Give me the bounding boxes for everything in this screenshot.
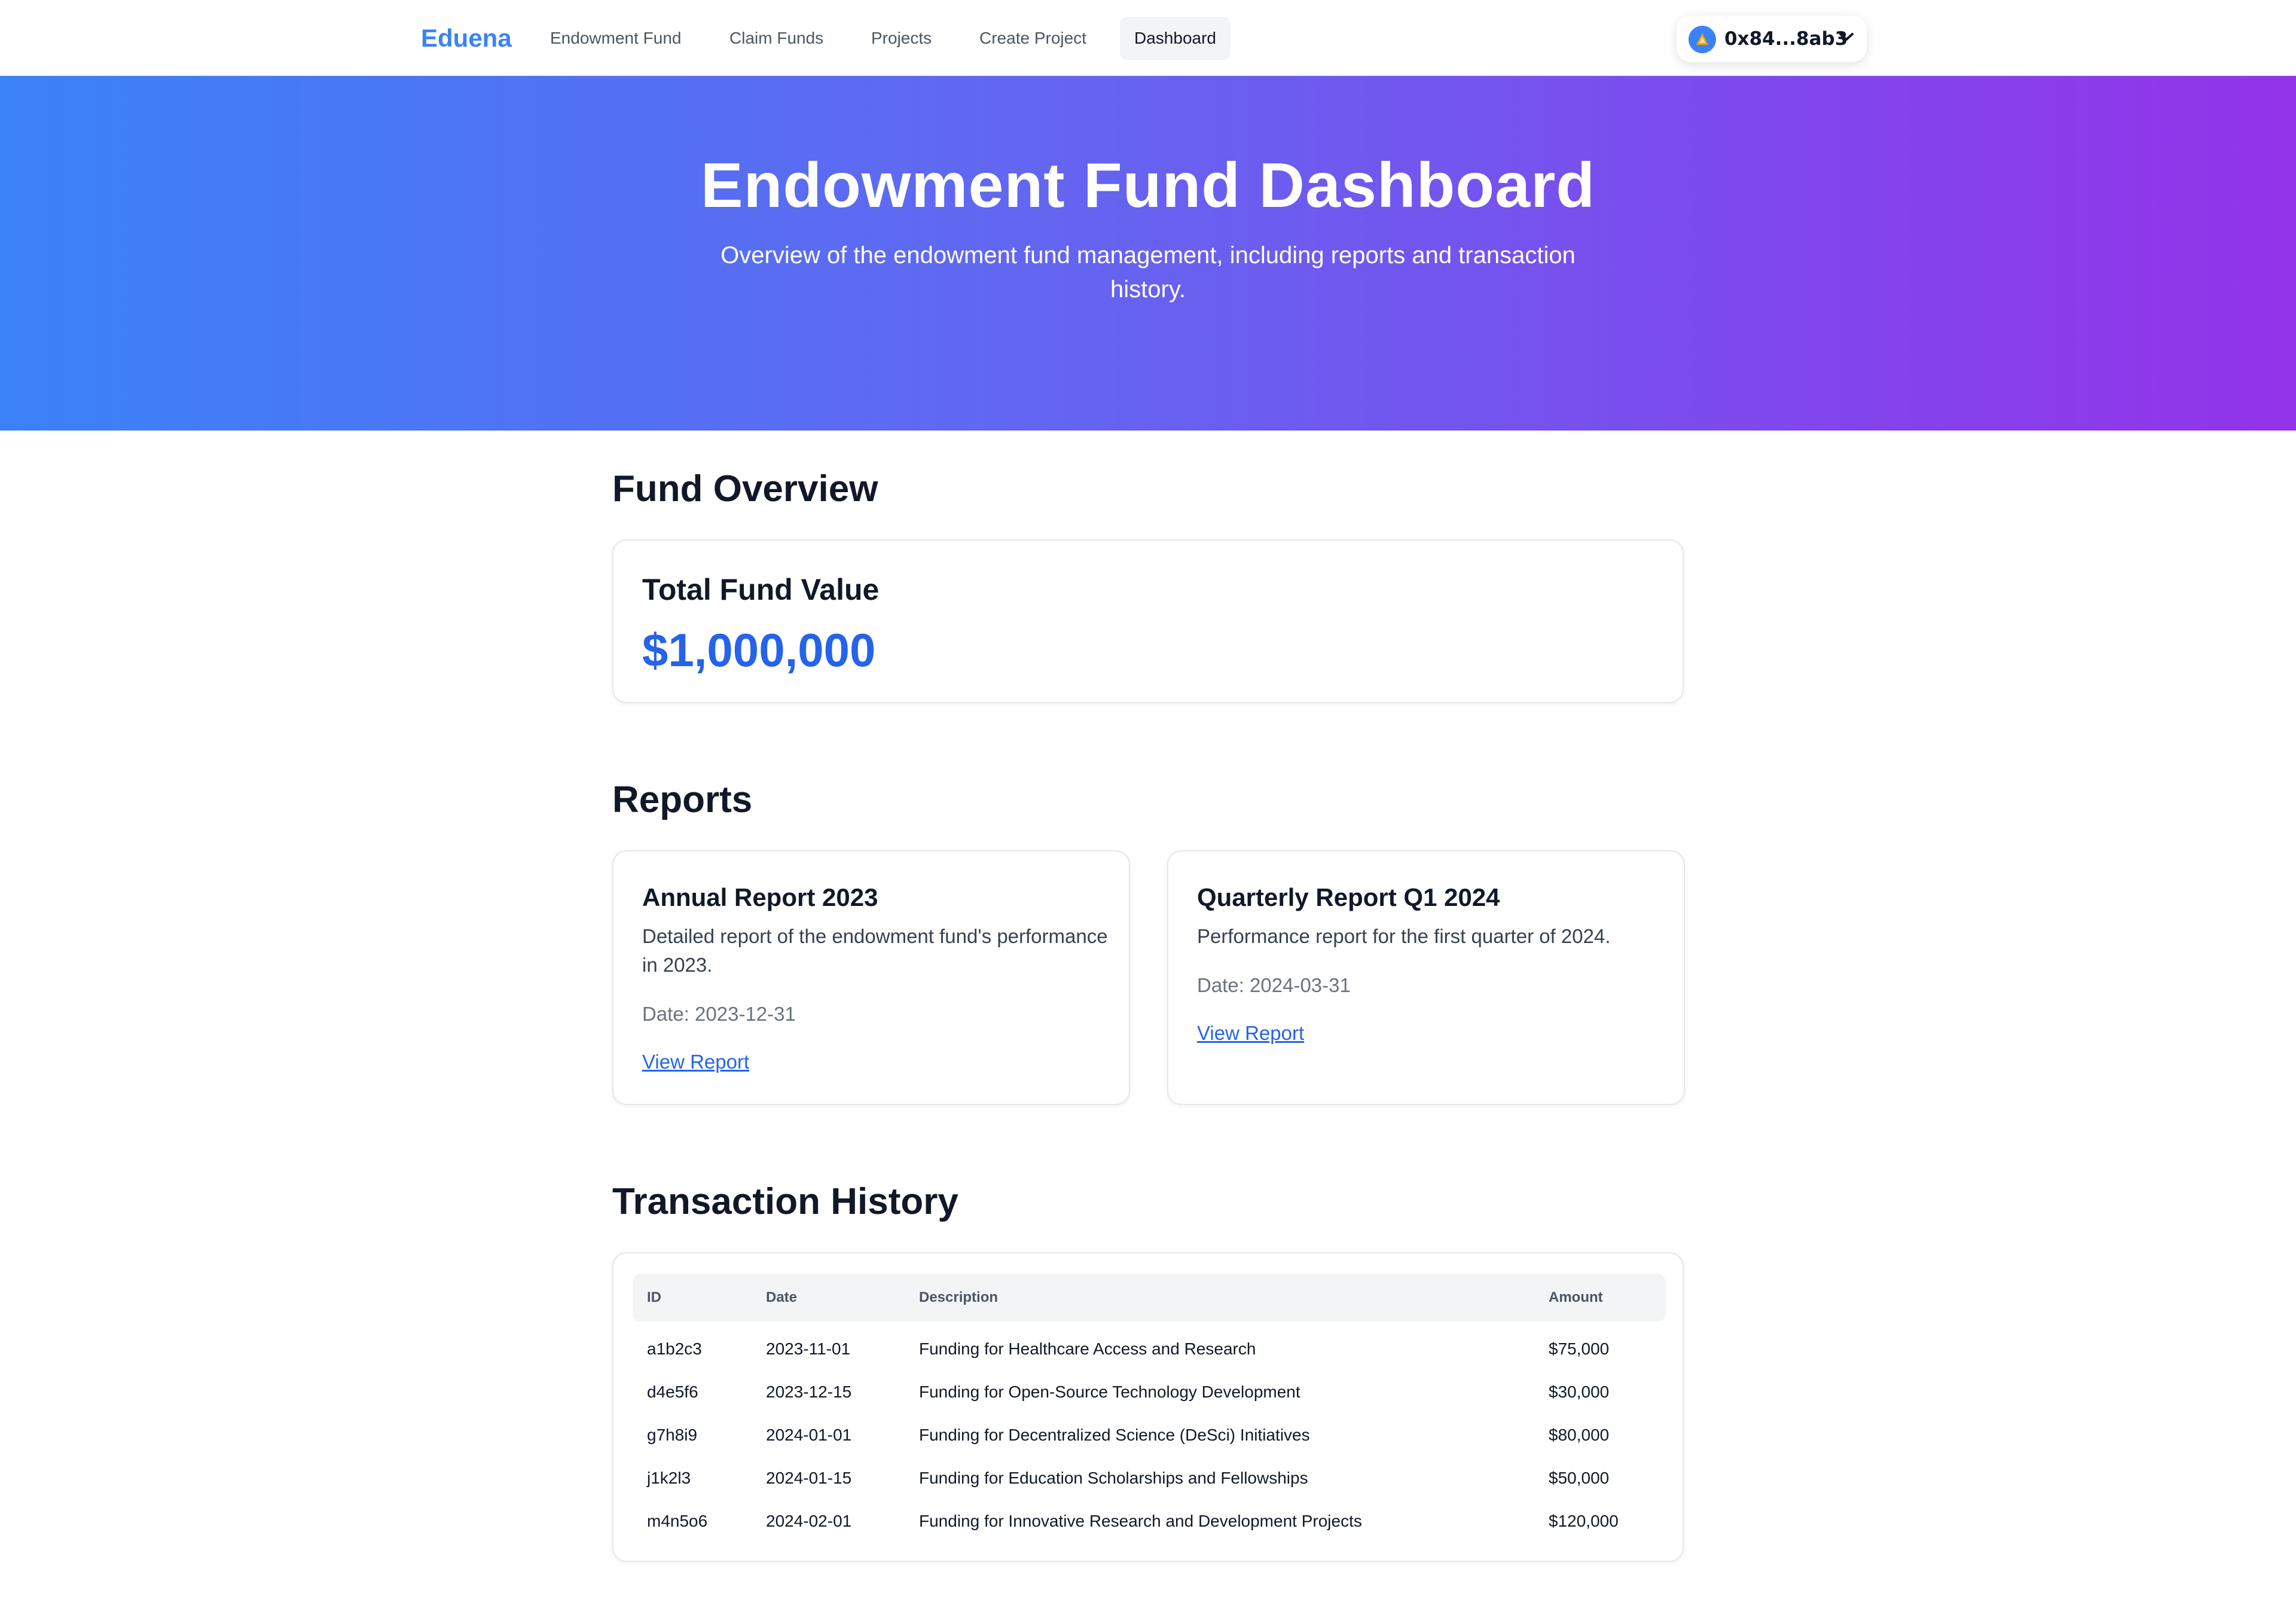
cell-id: a1b2c3	[647, 1339, 702, 1358]
table-row: g7h8i9 2024-01-01 Funding for Decentrali…	[633, 1414, 1666, 1457]
cell-date: 2024-02-01	[766, 1512, 852, 1530]
chevron-down-icon	[1838, 31, 1855, 46]
cell-description: Funding for Education Scholarships and F…	[919, 1469, 1308, 1487]
top-navbar: Eduena Endowment Fund Claim Funds Projec…	[0, 0, 2296, 76]
view-report-link[interactable]: View Report	[1197, 1020, 1304, 1046]
cell-date: 2024-01-15	[766, 1469, 852, 1487]
brand-logo-link[interactable]: Eduena	[421, 22, 512, 55]
cell-id: d4e5f6	[647, 1383, 698, 1401]
report-description: Detailed report of the endowment fund's …	[642, 925, 1108, 976]
cell-amount: $80,000	[1549, 1426, 1610, 1444]
cell-amount: $75,000	[1549, 1339, 1610, 1358]
cell-amount: $120,000	[1549, 1512, 1619, 1530]
nav-link-projects[interactable]: Projects	[857, 17, 946, 60]
nav-link-claim-funds[interactable]: Claim Funds	[715, 17, 838, 60]
column-header-id: ID	[647, 1289, 661, 1305]
report-card-q1-2024: Quarterly Report Q1 2024 Performance rep…	[1167, 850, 1685, 1105]
table-row: d4e5f6 2023-12-15 Funding for Open-Sourc…	[633, 1371, 1666, 1414]
nav-link-create-project[interactable]: Create Project	[965, 17, 1101, 60]
hero-banner: Endowment Fund Dashboard Overview of the…	[0, 76, 2296, 431]
network-avatar-icon	[1689, 26, 1716, 53]
cell-amount: $30,000	[1549, 1383, 1610, 1401]
cell-description: Funding for Innovative Research and Deve…	[919, 1512, 1362, 1530]
report-title: Quarterly Report Q1 2024	[1197, 883, 1500, 911]
reports-heading: Reports	[612, 779, 753, 820]
nav-link-dashboard[interactable]: Dashboard	[1120, 17, 1231, 60]
transaction-table: ID Date Description Amount a1b2c3 2023-1…	[612, 1252, 1684, 1562]
table-header: ID Date Description Amount	[633, 1274, 1666, 1322]
cell-id: j1k2l3	[647, 1469, 691, 1487]
table-row: j1k2l3 2024-01-15 Funding for Education …	[633, 1457, 1666, 1500]
cell-description: Funding for Open-Source Technology Devel…	[919, 1383, 1300, 1401]
cell-date: 2023-11-01	[766, 1339, 851, 1358]
fund-overview-heading: Fund Overview	[612, 468, 878, 509]
column-header-date: Date	[766, 1289, 798, 1305]
report-date: Date: 2024-03-31	[1197, 974, 1351, 996]
column-header-amount: Amount	[1549, 1289, 1603, 1305]
cell-id: m4n5o6	[647, 1512, 708, 1530]
cell-id: g7h8i9	[647, 1426, 698, 1444]
wallet-address: 0x84...8ab3	[1724, 28, 1848, 50]
column-header-description: Description	[919, 1289, 999, 1305]
cell-description: Funding for Decentralized Science (DeSci…	[919, 1426, 1310, 1444]
cell-amount: $50,000	[1549, 1469, 1610, 1487]
page-subtitle: Overview of the endowment fund managemen…	[720, 242, 1576, 303]
report-card-annual-2023: Annual Report 2023 Detailed report of th…	[612, 850, 1130, 1105]
wallet-account-button[interactable]: 0x84...8ab3	[1677, 16, 1867, 62]
table-row: m4n5o6 2024-02-01 Funding for Innovative…	[633, 1500, 1666, 1543]
view-report-link[interactable]: View Report	[642, 1049, 749, 1075]
report-description: Performance report for the first quarter…	[1197, 925, 1611, 947]
page-title: Endowment Fund Dashboard	[700, 150, 1596, 221]
total-fund-card: Total Fund Value $1,000,000	[612, 539, 1684, 703]
total-fund-value: $1,000,000	[642, 624, 876, 676]
table-row: a1b2c3 2023-11-01 Funding for Healthcare…	[633, 1328, 1666, 1371]
transaction-history-heading: Transaction History	[612, 1181, 958, 1222]
total-fund-label: Total Fund Value	[642, 573, 880, 606]
cell-description: Funding for Healthcare Access and Resear…	[919, 1339, 1256, 1358]
nav-link-endowment-fund[interactable]: Endowment Fund	[536, 17, 695, 60]
cell-date: 2024-01-01	[766, 1426, 852, 1444]
report-title: Annual Report 2023	[642, 883, 878, 911]
cell-date: 2023-12-15	[766, 1383, 852, 1401]
report-date: Date: 2023-12-31	[642, 1003, 796, 1025]
